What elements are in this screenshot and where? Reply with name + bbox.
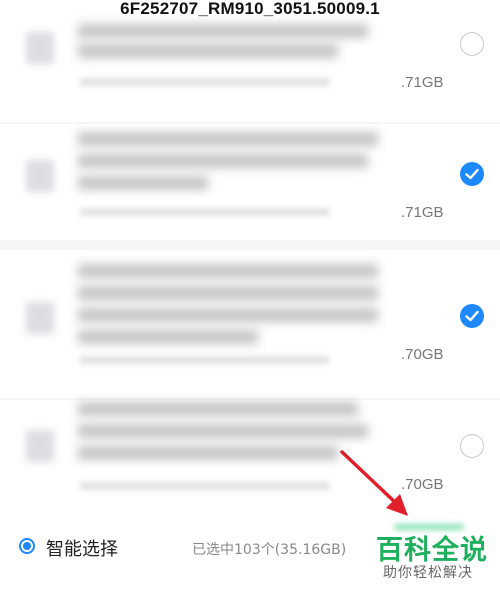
blurred-text: [78, 330, 258, 344]
file-icon: [26, 32, 54, 64]
blurred-text: [78, 24, 368, 38]
list-item[interactable]: .71GB: [0, 124, 500, 240]
check-icon: [465, 310, 479, 322]
blurred-text: [78, 154, 368, 168]
list-item[interactable]: .71GB: [0, 22, 500, 122]
file-size: .70GB: [401, 346, 444, 363]
file-size: .71GB: [401, 204, 444, 221]
select-radio-checked[interactable]: [460, 162, 484, 186]
file-list: .71GB .71GB .70GB .70GB: [0, 22, 500, 500]
blurred-text: [78, 402, 358, 416]
blurred-text: [80, 482, 330, 490]
file-icon: [26, 302, 54, 334]
select-radio[interactable]: [460, 434, 484, 458]
smart-select-label[interactable]: 智能选择: [46, 535, 118, 561]
package-title: 6F252707_RM910_3051.50009.1: [120, 0, 380, 18]
selected-count: 已选中103个(35.16GB): [192, 542, 347, 558]
blurred-text: [78, 424, 368, 438]
blurred-text: [78, 446, 338, 460]
file-icon: [26, 430, 54, 462]
smart-select-radio[interactable]: [19, 538, 35, 554]
select-radio-checked[interactable]: [460, 304, 484, 328]
blurred-text: [80, 208, 330, 216]
blurred-text: [78, 286, 378, 300]
blurred-text: [78, 264, 378, 278]
list-item[interactable]: .70GB: [0, 400, 500, 500]
file-size: .71GB: [401, 74, 444, 91]
blurred-text: [78, 44, 338, 58]
list-item[interactable]: .70GB: [0, 250, 500, 398]
file-size: .70GB: [401, 476, 444, 493]
check-icon: [465, 168, 479, 180]
file-icon: [26, 160, 54, 192]
select-radio[interactable]: [460, 32, 484, 56]
blurred-text: [78, 308, 378, 322]
blurred-text: [80, 78, 330, 86]
blurred-text: [80, 356, 330, 364]
blurred-text: [78, 132, 378, 146]
watermark-tagline: 助你轻松解决: [383, 565, 473, 581]
blurred-text: [78, 176, 208, 190]
